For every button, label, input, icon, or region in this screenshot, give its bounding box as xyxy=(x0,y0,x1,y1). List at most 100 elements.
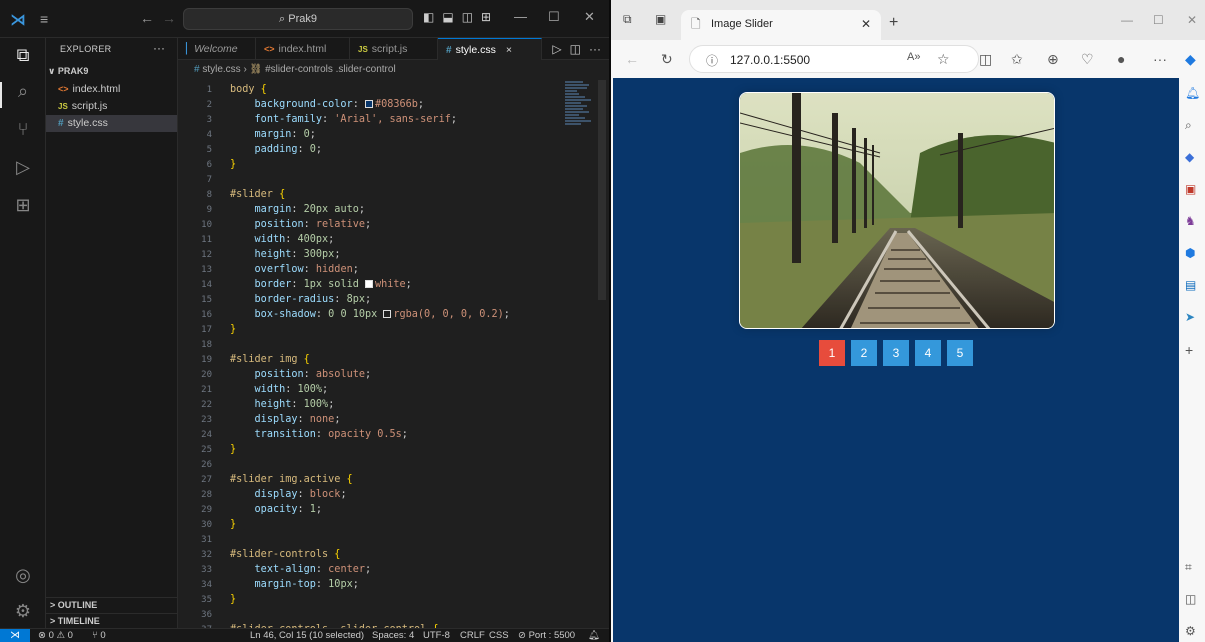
account-icon[interactable]: ◎ xyxy=(12,564,34,586)
menu-icon[interactable]: ≡ xyxy=(40,11,56,27)
code-line: 23 display: none; xyxy=(178,412,340,427)
shopping-tag-icon[interactable]: ◆ xyxy=(1185,150,1194,164)
ports-indicator[interactable]: ⑂ 0 xyxy=(92,629,106,642)
close-tab-icon[interactable]: × xyxy=(506,44,512,56)
file-script-js[interactable]: JS script.js xyxy=(46,98,177,115)
file-index-html[interactable]: <> index.html xyxy=(46,81,177,98)
search-icon[interactable]: ⌕ xyxy=(1185,118,1192,133)
encoding[interactable]: UTF-8 xyxy=(423,629,450,642)
settings-gear-icon[interactable]: ⚙ xyxy=(12,600,34,622)
source-control-icon[interactable]: ⑂ xyxy=(12,118,34,140)
hide-sidebar-icon[interactable]: ◫ xyxy=(1185,592,1196,606)
slider-control-button[interactable]: 3 xyxy=(883,340,909,366)
close-window-icon[interactable]: ✕ xyxy=(584,9,595,25)
notifications-bell-icon[interactable]: 🔔︎ xyxy=(1185,86,1200,100)
address-bar[interactable]: ⓘ 127.0.0.1:5500 xyxy=(689,45,979,73)
problems-indicator[interactable]: ⊗ 0 ⚠ 0 xyxy=(38,629,73,642)
toggle-secondary-sidebar-icon[interactable]: ◫ xyxy=(462,10,473,24)
outline-section[interactable]: > OUTLINE xyxy=(46,597,177,613)
toggle-panel-icon[interactable]: ⬓ xyxy=(442,10,453,24)
favorite-star-icon[interactable]: ☆ xyxy=(937,51,950,68)
command-center-search[interactable]: ⌕ Prak9 xyxy=(183,8,413,30)
microsoft-365-icon[interactable]: ⬢ xyxy=(1185,246,1195,260)
add-sidebar-app-icon[interactable]: + xyxy=(1185,342,1193,358)
line-number: 8 xyxy=(206,190,212,200)
chevron-right-icon: > xyxy=(50,616,58,626)
end-of-line[interactable]: CRLF xyxy=(460,629,485,642)
slider-control-button[interactable]: 5 xyxy=(947,340,973,366)
run-icon[interactable]: ▷ xyxy=(552,42,561,56)
remote-indicator-icon[interactable]: ⋊ xyxy=(0,629,30,642)
line-number: 4 xyxy=(206,130,212,140)
browser-tab-image-slider[interactable]: 🗋︎ Image Slider ✕ xyxy=(681,10,881,40)
games-icon[interactable]: ♞ xyxy=(1185,214,1196,228)
search-activity-icon[interactable]: ⌕ xyxy=(12,80,34,102)
close-window-icon[interactable]: ✕ xyxy=(1187,13,1197,27)
copilot-icon[interactable]: ◆ xyxy=(1185,51,1196,68)
tab-style-css[interactable]: # style.css × xyxy=(438,38,542,60)
language-mode[interactable]: CSS xyxy=(489,629,509,642)
code-editor[interactable]: 1 body {2 background-color: #08366b; 3 fon… xyxy=(178,80,609,628)
forward-arrow-icon[interactable]: → xyxy=(162,10,176,26)
site-info-icon[interactable]: ⓘ xyxy=(706,52,718,69)
maximize-icon[interactable]: ☐ xyxy=(1153,13,1164,27)
tools-icon[interactable]: ▣ xyxy=(1185,182,1196,196)
slider-control-button[interactable]: 2 xyxy=(851,340,877,366)
browser-essentials-icon[interactable]: ♡ xyxy=(1081,51,1094,68)
color-swatch[interactable] xyxy=(383,310,392,318)
tab-welcome[interactable]: ▏Welcome xyxy=(178,38,256,60)
minimize-icon[interactable]: — xyxy=(514,9,527,24)
editor-scrollbar[interactable] xyxy=(598,80,606,300)
minimap[interactable] xyxy=(565,80,595,150)
close-tab-icon[interactable]: ✕ xyxy=(861,10,871,38)
file-style-css[interactable]: # style.css xyxy=(46,115,177,132)
color-swatch[interactable] xyxy=(364,280,373,288)
screenshot-icon[interactable]: ⌗ xyxy=(1185,560,1192,575)
explorer-more-button[interactable]: ··· xyxy=(153,41,165,55)
breadcrumb-symbol[interactable]: #slider-controls .slider-control xyxy=(265,64,396,75)
toggle-primary-sidebar-icon[interactable]: ◧ xyxy=(423,10,434,24)
extensions-icon[interactable]: ⊞ xyxy=(12,194,34,216)
customize-layout-icon[interactable]: ⊞ xyxy=(481,10,491,24)
tab-script-js[interactable]: JS script.js xyxy=(350,38,438,60)
notifications-icon[interactable]: 🔔︎ xyxy=(588,629,600,642)
split-editor-icon[interactable]: ◫ xyxy=(570,42,581,56)
collections-icon[interactable]: ⊕ xyxy=(1047,51,1059,68)
back-arrow-icon[interactable]: ← xyxy=(140,10,154,26)
color-swatch[interactable] xyxy=(364,100,373,108)
send-icon[interactable]: ➤ xyxy=(1185,310,1195,324)
live-server-port[interactable]: ⊘ Port : 5500 xyxy=(518,629,575,642)
timeline-section[interactable]: > TIMELINE xyxy=(46,613,177,629)
new-tab-icon[interactable]: + xyxy=(889,14,898,32)
line-number: 9 xyxy=(206,205,212,215)
run-debug-icon[interactable]: ▷ xyxy=(12,156,34,178)
workspace-folder[interactable]: ∨ PRAK9 xyxy=(48,66,88,77)
maximize-icon[interactable]: ☐ xyxy=(548,9,560,25)
more-actions-icon[interactable]: ··· xyxy=(589,42,601,56)
explorer-icon[interactable]: ⧉ xyxy=(12,44,34,66)
settings-more-icon[interactable]: ··· xyxy=(1153,51,1167,67)
workspaces-icon[interactable]: ⧉ xyxy=(623,12,632,27)
profile-avatar-icon[interactable]: ● xyxy=(1117,51,1125,67)
refresh-icon[interactable]: ↻ xyxy=(661,51,673,68)
cursor-position[interactable]: Ln 46, Col 15 (10 selected) xyxy=(250,629,364,642)
favorites-icon[interactable]: ✩ xyxy=(1011,51,1023,68)
tab-actions-icon[interactable]: ▣ xyxy=(655,12,666,26)
code-line: 11 width: 400px; xyxy=(178,232,334,247)
breadcrumb-file[interactable]: style.css xyxy=(202,64,240,75)
read-aloud-icon[interactable]: A» xyxy=(907,51,920,63)
vscode-logo-icon: ⋊ xyxy=(10,12,26,29)
slider-control-button[interactable]: 4 xyxy=(915,340,941,366)
vscode-window: ⋊ ≡ ← → ⌕ Prak9 ◧ ⬓ ◫ ⊞ — ☐ ✕ ⧉ ⌕ ⑂ ▷ ⊞ … xyxy=(0,0,609,642)
split-screen-icon[interactable]: ◫ xyxy=(979,51,992,68)
minimize-icon[interactable]: — xyxy=(1121,13,1133,27)
sidebar-settings-icon[interactable]: ⚙ xyxy=(1185,624,1196,638)
code-line: 10 position: relative; xyxy=(178,217,371,232)
image-slider[interactable] xyxy=(739,92,1055,329)
indentation[interactable]: Spaces: 4 xyxy=(372,629,414,642)
back-arrow-icon[interactable]: ← xyxy=(625,51,639,67)
slider-control-button[interactable]: 1 xyxy=(819,340,845,366)
tab-index-html[interactable]: <> index.html xyxy=(256,38,350,60)
outlook-icon[interactable]: ▤ xyxy=(1185,278,1196,292)
code-line: 21 width: 100%; xyxy=(178,382,328,397)
